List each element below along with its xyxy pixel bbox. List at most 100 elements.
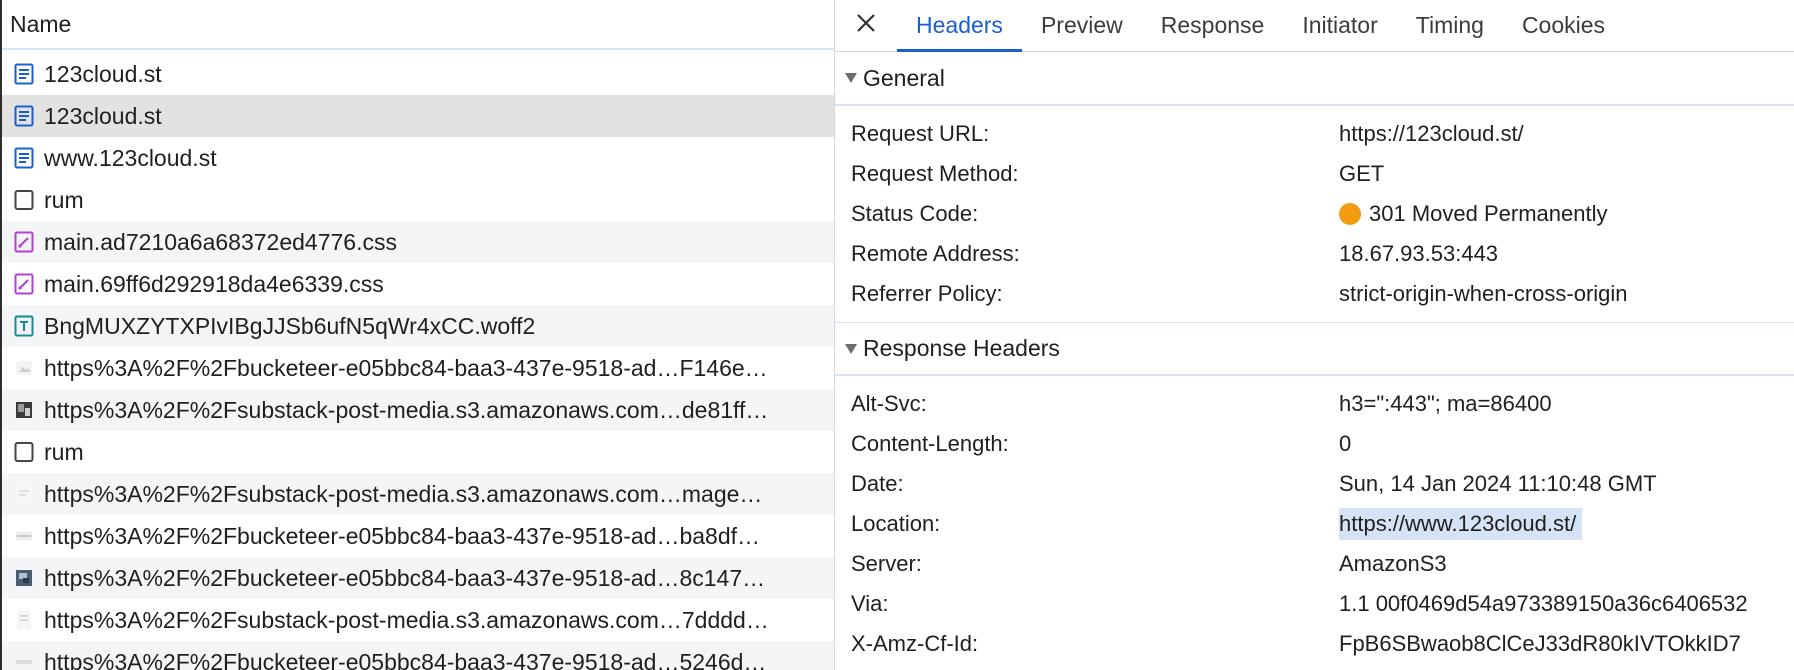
image-thumbnail-icon: [14, 525, 34, 547]
response-headers-section: Alt-Svc: h3=":443"; ma=86400 Content-Len…: [835, 376, 1794, 670]
tab-cookies-label: Cookies: [1521, 12, 1606, 38]
tab-preview[interactable]: Preview: [1022, 0, 1142, 51]
tab-timing-label: Timing: [1415, 12, 1484, 38]
header-value[interactable]: 18.67.93.53:443: [1339, 241, 1498, 267]
image-thumbnail-icon: [14, 609, 34, 631]
header-value[interactable]: 1.1 00f0469d54a973389150a36c6406532: [1339, 591, 1748, 617]
request-row-selected[interactable]: 123cloud.st: [0, 95, 834, 137]
header-value[interactable]: https://123cloud.st/: [1339, 121, 1524, 147]
close-icon: [855, 12, 877, 39]
header-value[interactable]: strict-origin-when-cross-origin: [1339, 281, 1628, 307]
header-key: Alt-Svc:: [851, 391, 927, 416]
image-thumbnail-icon: [14, 567, 34, 589]
header-key: Content-Length:: [851, 431, 1009, 456]
request-name: 123cloud.st: [44, 60, 162, 87]
general-section-title: General: [863, 64, 945, 91]
general-section: Request URL: https://123cloud.st/ Reques…: [835, 106, 1794, 322]
request-details-panel: Headers Preview Response Initiator Timin…: [835, 0, 1794, 670]
request-name: https%3A%2F%2Fsubstack-post-media.s3.ama…: [44, 606, 769, 633]
header-key: Date:: [851, 471, 904, 496]
request-row[interactable]: https%3A%2F%2Fbucketeer-e05bbc84-baa3-43…: [0, 557, 834, 599]
request-name: https%3A%2F%2Fbucketeer-e05bbc84-baa3-43…: [44, 354, 768, 381]
collapse-triangle-icon: [845, 73, 857, 83]
request-row[interactable]: https%3A%2F%2Fsubstack-post-media.s3.ama…: [0, 599, 834, 641]
blank-file-icon: [14, 189, 34, 211]
status-warning-dot-icon: [1339, 203, 1361, 225]
header-key: Server:: [851, 551, 922, 576]
header-key: Request URL:: [851, 121, 990, 146]
status-code-value[interactable]: 301 Moved Permanently: [1339, 201, 1607, 227]
request-name: rum: [44, 186, 84, 213]
request-row[interactable]: rum: [0, 179, 834, 221]
tab-response-label: Response: [1160, 12, 1265, 38]
tab-cookies[interactable]: Cookies: [1503, 0, 1624, 51]
header-row-referrer-policy: Referrer Policy: strict-origin-when-cros…: [835, 274, 1794, 314]
header-value[interactable]: h3=":443"; ma=86400: [1339, 391, 1552, 417]
collapse-triangle-icon: [845, 343, 857, 354]
image-thumbnail-icon: [14, 651, 34, 670]
tab-response[interactable]: Response: [1142, 0, 1284, 51]
header-value[interactable]: 0: [1339, 431, 1351, 457]
header-value[interactable]: AmazonS3: [1339, 551, 1447, 577]
response-headers-section-title: Response Headers: [863, 335, 1060, 361]
request-row[interactable]: main.69ff6d292918da4e6339.css: [0, 263, 834, 305]
header-row-content-length: Content-Length: 0: [835, 424, 1794, 464]
selected-text-highlight: https://www.123cloud.st/: [1339, 508, 1583, 540]
tab-headers[interactable]: Headers: [897, 0, 1022, 52]
font-icon: [14, 315, 34, 337]
header-key: X-Amz-Cf-Id:: [851, 631, 979, 656]
header-key: Referrer Policy:: [851, 281, 1003, 306]
header-row-remote-address: Remote Address: 18.67.93.53:443: [835, 234, 1794, 274]
tab-initiator[interactable]: Initiator: [1283, 0, 1396, 51]
request-row[interactable]: rum: [0, 431, 834, 473]
header-value[interactable]: FpB6SBwaob8ClCeJ33dR80kIVTOkkID7: [1339, 631, 1741, 657]
general-section-header[interactable]: General: [835, 52, 1794, 106]
request-row[interactable]: https%3A%2F%2Fsubstack-post-media.s3.ama…: [0, 473, 834, 515]
request-name: 123cloud.st: [44, 102, 162, 129]
status-code-text: 301 Moved Permanently: [1369, 201, 1608, 226]
header-row-request-url: Request URL: https://123cloud.st/: [835, 114, 1794, 154]
request-row[interactable]: BngMUXZYTXPIvIBgJJSb6ufN5qWr4xCC.woff2: [0, 305, 834, 347]
request-row[interactable]: main.ad7210a6a68372ed4776.css: [0, 221, 834, 263]
header-value[interactable]: Sun, 14 Jan 2024 11:10:48 GMT: [1339, 471, 1657, 497]
header-value[interactable]: GET: [1339, 161, 1384, 187]
request-name: main.ad7210a6a68372ed4776.css: [44, 228, 397, 255]
image-thumbnail-icon: [14, 483, 34, 505]
request-name: rum: [44, 438, 84, 465]
request-row[interactable]: www.123cloud.st: [0, 137, 834, 179]
request-row[interactable]: 123cloud.st: [0, 53, 834, 95]
location-value[interactable]: https://www.123cloud.st/: [1339, 508, 1583, 540]
tab-headers-label: Headers: [916, 12, 1003, 38]
header-row-x-amz-cf-id: X-Amz-Cf-Id: FpB6SBwaob8ClCeJ33dR80kIVTO…: [835, 624, 1794, 664]
header-row-date: Date: Sun, 14 Jan 2024 11:10:48 GMT: [835, 464, 1794, 504]
details-tab-bar: Headers Preview Response Initiator Timin…: [835, 0, 1794, 52]
request-list-panel: Name 123cloud.st 123cloud.st www.123clou…: [0, 0, 835, 670]
request-row[interactable]: https%3A%2F%2Fbucketeer-e05bbc84-baa3-43…: [0, 515, 834, 557]
stylesheet-icon: [14, 273, 34, 295]
header-key: Status Code:: [851, 201, 979, 226]
request-name: main.69ff6d292918da4e6339.css: [44, 270, 384, 297]
request-name: https%3A%2F%2Fsubstack-post-media.s3.ama…: [44, 480, 763, 507]
request-list: 123cloud.st 123cloud.st www.123cloud.st …: [0, 53, 834, 670]
request-name: https%3A%2F%2Fbucketeer-e05bbc84-baa3-43…: [44, 522, 761, 549]
image-thumbnail-icon: [14, 357, 34, 379]
request-row[interactable]: https%3A%2F%2Fsubstack-post-media.s3.ama…: [0, 389, 834, 431]
header-key: Via:: [851, 591, 889, 616]
name-column-label: Name: [10, 10, 72, 37]
close-details-button[interactable]: [835, 0, 897, 51]
response-headers-section-header[interactable]: Response Headers: [835, 322, 1794, 376]
request-name: https%3A%2F%2Fsubstack-post-media.s3.ama…: [44, 396, 769, 423]
request-name: https%3A%2F%2Fbucketeer-e05bbc84-baa3-43…: [44, 648, 767, 670]
request-row[interactable]: https%3A%2F%2Fbucketeer-e05bbc84-baa3-43…: [0, 641, 834, 670]
tab-timing[interactable]: Timing: [1397, 0, 1503, 51]
header-key: Request Method:: [851, 161, 1019, 186]
request-row[interactable]: https%3A%2F%2Fbucketeer-e05bbc84-baa3-43…: [0, 347, 834, 389]
header-row-server: Server: AmazonS3: [835, 544, 1794, 584]
name-column-header[interactable]: Name: [0, 0, 834, 50]
blank-file-icon: [14, 441, 34, 463]
header-key: Location:: [851, 511, 941, 536]
header-row-via: Via: 1.1 00f0469d54a973389150a36c6406532: [835, 584, 1794, 624]
image-thumbnail-icon: [14, 399, 34, 421]
header-row-alt-svc: Alt-Svc: h3=":443"; ma=86400: [835, 384, 1794, 424]
tab-initiator-label: Initiator: [1302, 12, 1378, 38]
